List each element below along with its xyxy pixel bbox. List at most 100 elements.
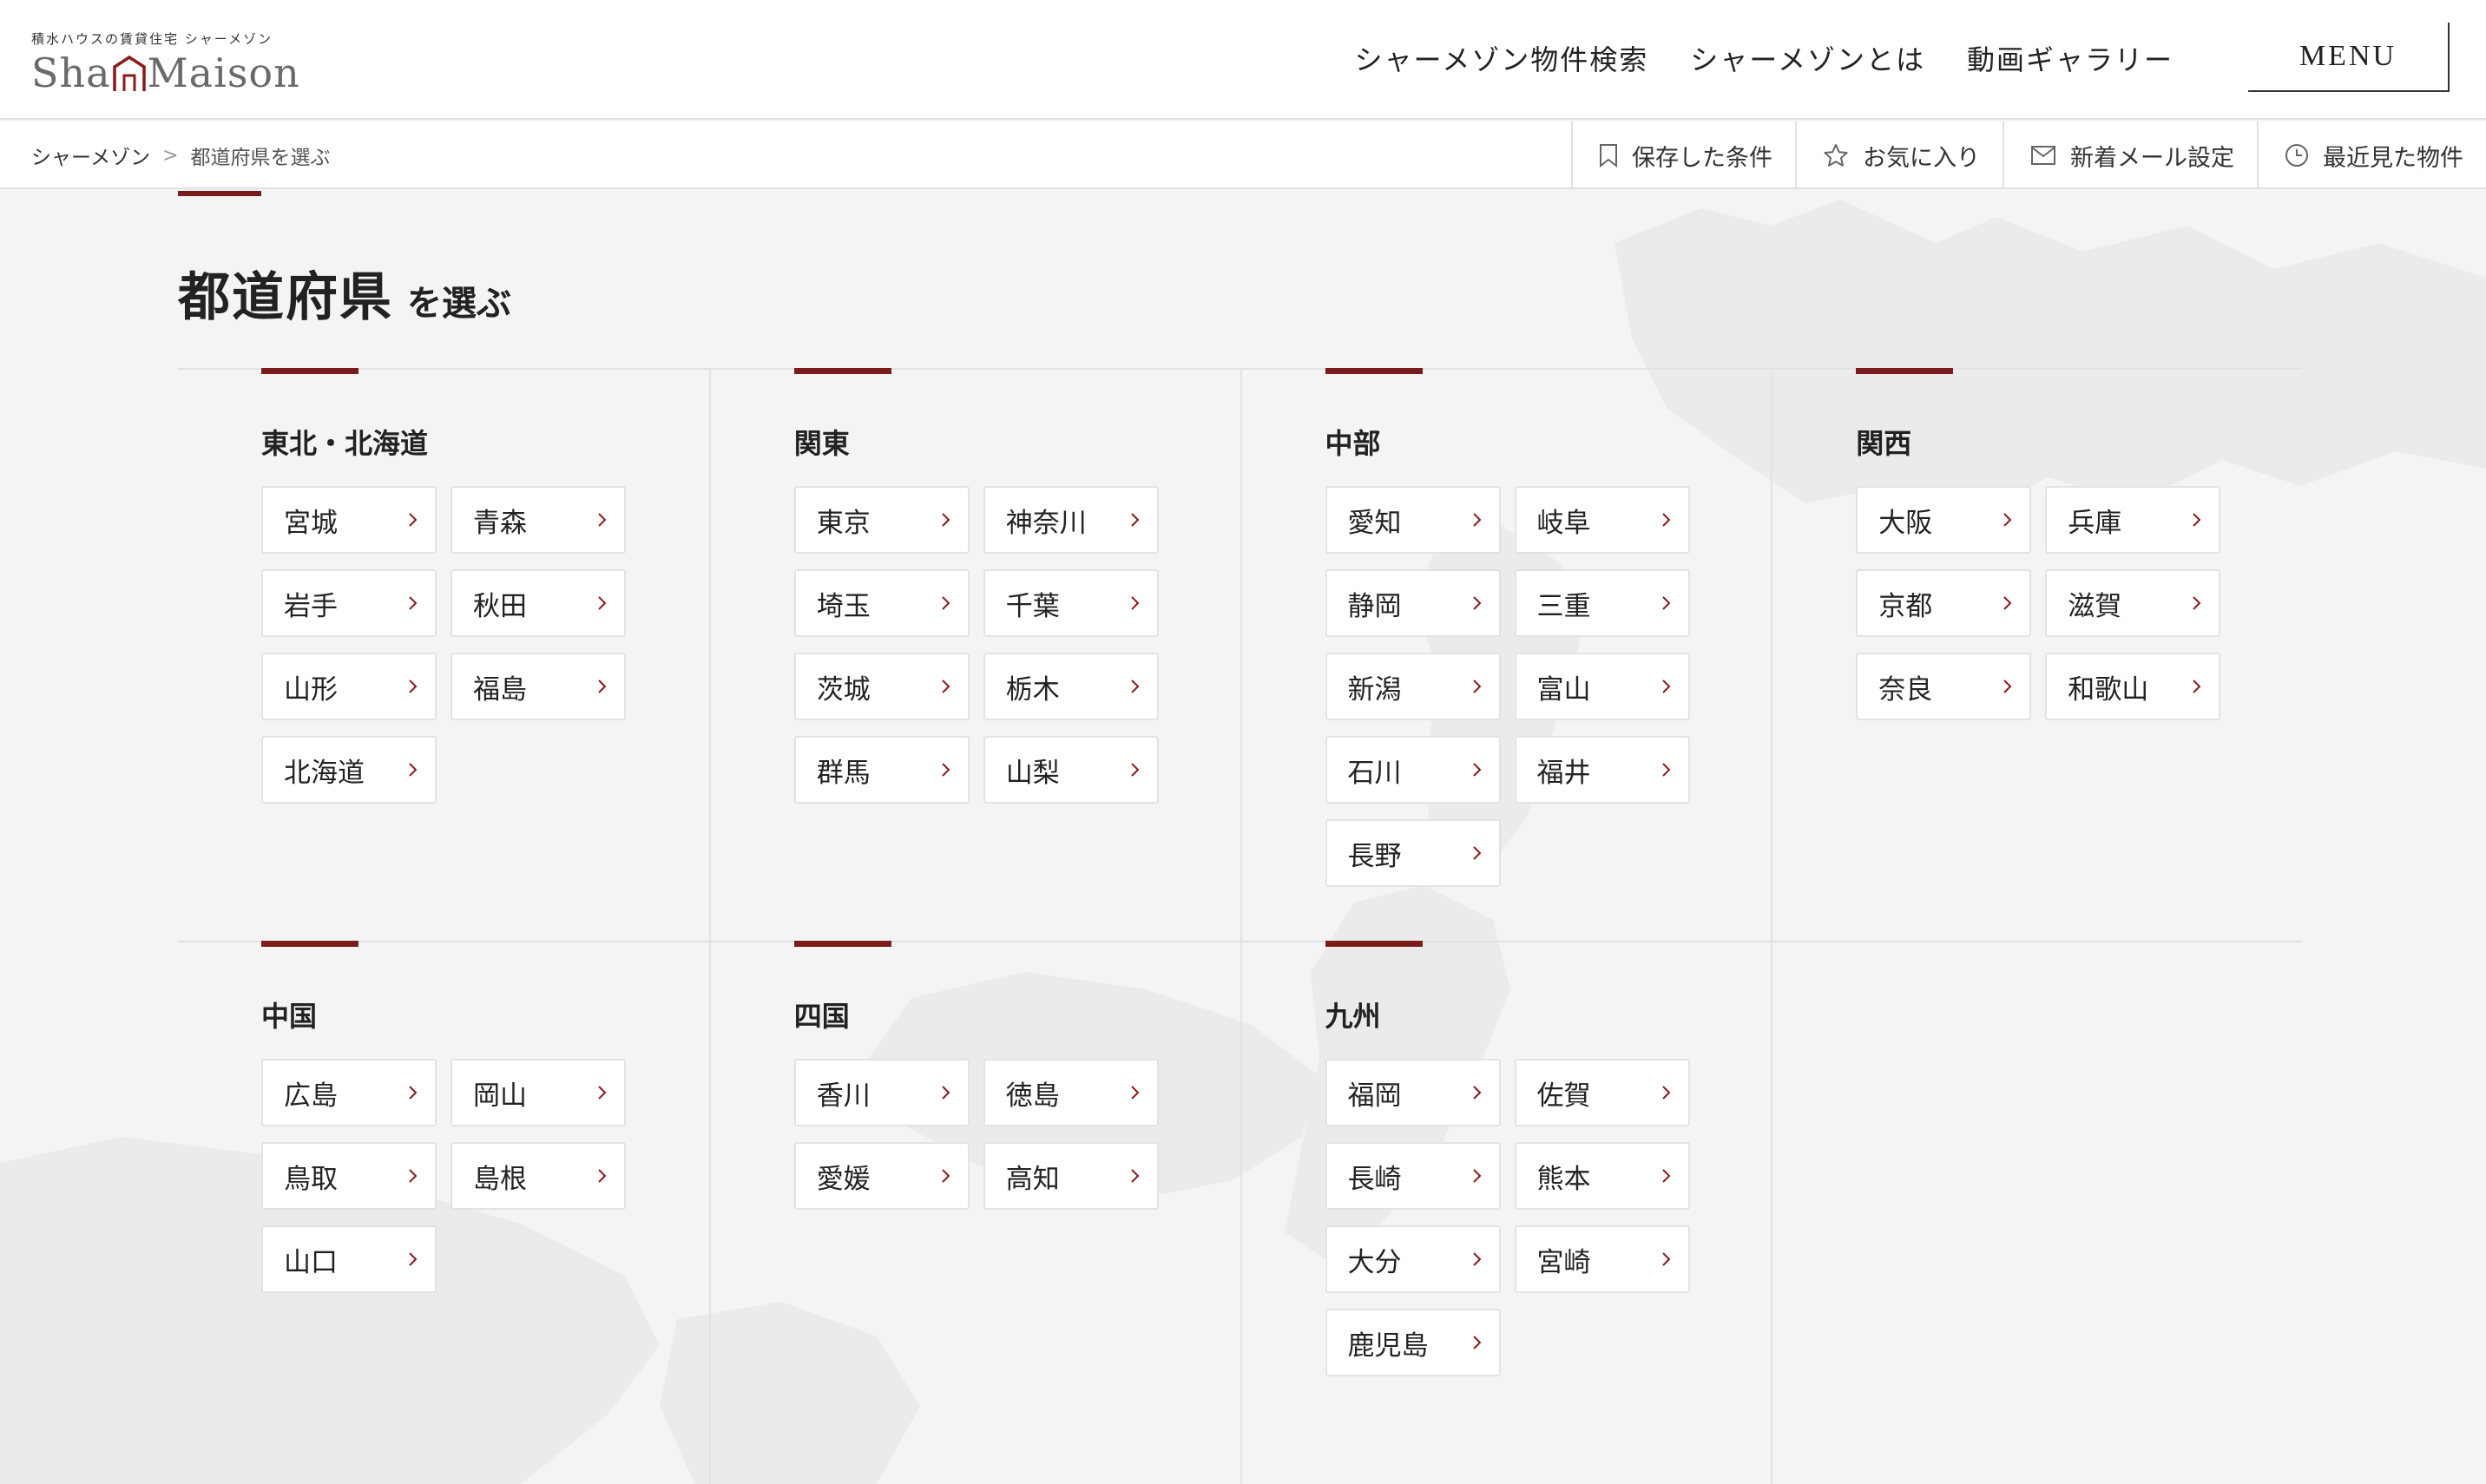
saved-conditions-label: 保存した条件 bbox=[1632, 144, 1772, 172]
region-grid: 東北・北海道 宮城 青森 岩手 秋田 山形 福島 北海道 関東 東京 神奈川 埼… bbox=[178, 368, 2302, 1484]
chevron-right-icon bbox=[1661, 596, 1670, 610]
prefecture-button-fukushima[interactable]: 福島 bbox=[451, 653, 626, 720]
prefecture-button-kochi[interactable]: 高知 bbox=[983, 1142, 1159, 1210]
prefecture-button-hiroshima[interactable]: 広島 bbox=[261, 1059, 437, 1126]
chevron-right-icon bbox=[409, 1169, 418, 1183]
prefecture-button-aomori[interactable]: 青森 bbox=[451, 486, 626, 554]
prefecture-label: 佐賀 bbox=[1536, 1080, 1591, 1112]
prefecture-label: 大分 bbox=[1347, 1246, 1402, 1278]
prefecture-button-kanagawa[interactable]: 神奈川 bbox=[983, 486, 1159, 554]
prefecture-button-osaka[interactable]: 大阪 bbox=[1856, 486, 2032, 554]
region-title: 中国 bbox=[261, 1000, 318, 1033]
chevron-right-icon bbox=[1131, 1169, 1140, 1183]
prefecture-button-fukui[interactable]: 福井 bbox=[1514, 736, 1690, 804]
prefecture-button-tokushima[interactable]: 徳島 bbox=[983, 1059, 1159, 1126]
prefecture-button-akita[interactable]: 秋田 bbox=[451, 569, 626, 637]
prefecture-button-nagasaki[interactable]: 長崎 bbox=[1325, 1142, 1501, 1210]
prefecture-button-tottori[interactable]: 鳥取 bbox=[261, 1142, 437, 1210]
prefecture-label: 東京 bbox=[816, 507, 871, 539]
new-mail-settings-link[interactable]: 新着メール設定 bbox=[2003, 121, 2257, 189]
prefecture-button-wakayama[interactable]: 和歌山 bbox=[2045, 653, 2221, 720]
region-accent bbox=[261, 941, 358, 947]
prefecture-button-nara[interactable]: 奈良 bbox=[1856, 653, 2032, 720]
chevron-right-icon bbox=[1661, 1086, 1670, 1100]
logo-tagline: 積水ハウスの賃貸住宅 シャーメゾン bbox=[31, 31, 273, 47]
recently-viewed-link[interactable]: 最近見た物件 bbox=[2257, 121, 2486, 189]
prefecture-button-toyama[interactable]: 富山 bbox=[1514, 653, 1690, 720]
prefecture-label: 岐阜 bbox=[1536, 507, 1591, 539]
prefecture-label: 青森 bbox=[473, 507, 527, 539]
bookmark-icon bbox=[1600, 144, 1617, 167]
nav-about[interactable]: シャーメゾンとは bbox=[1690, 38, 1925, 78]
star-icon bbox=[1824, 144, 1848, 167]
site-logo[interactable]: 積水ハウスの賃貸住宅 シャーメゾン Sha Maison bbox=[31, 30, 300, 93]
prefecture-label: 山形 bbox=[284, 673, 338, 706]
prefecture-button-iwate[interactable]: 岩手 bbox=[261, 569, 437, 637]
prefecture-button-shizuoka[interactable]: 静岡 bbox=[1325, 569, 1501, 637]
prefecture-button-gunma[interactable]: 群馬 bbox=[793, 736, 970, 804]
mail-icon bbox=[2031, 146, 2055, 165]
prefecture-button-yamagata[interactable]: 山形 bbox=[261, 653, 437, 720]
chevron-right-icon bbox=[1472, 1252, 1481, 1266]
prefecture-button-gifu[interactable]: 岐阜 bbox=[1514, 486, 1690, 554]
prefecture-label: 徳島 bbox=[1005, 1080, 1060, 1112]
prefecture-label: 宮崎 bbox=[1536, 1246, 1591, 1278]
prefecture-button-hyogo[interactable]: 兵庫 bbox=[2045, 486, 2221, 554]
prefecture-label: 滋賀 bbox=[2068, 590, 2122, 622]
prefecture-button-okayama[interactable]: 岡山 bbox=[451, 1059, 626, 1126]
breadcrumb-home[interactable]: シャーメゾン bbox=[31, 141, 150, 170]
prefecture-label: 栃木 bbox=[1005, 673, 1060, 706]
prefecture-button-saitama[interactable]: 埼玉 bbox=[793, 569, 970, 637]
prefecture-label: 石川 bbox=[1347, 757, 1402, 789]
prefecture-label: 鳥取 bbox=[284, 1163, 338, 1195]
prefecture-button-tochigi[interactable]: 栃木 bbox=[983, 653, 1159, 720]
chevron-right-icon bbox=[2003, 680, 2012, 693]
prefecture-label: 愛知 bbox=[1347, 507, 1402, 539]
saved-conditions-link[interactable]: 保存した条件 bbox=[1571, 121, 1795, 189]
prefecture-button-nagano[interactable]: 長野 bbox=[1325, 819, 1501, 887]
prefecture-label: 茨城 bbox=[816, 673, 871, 706]
prefecture-button-miyagi[interactable]: 宮城 bbox=[261, 486, 437, 554]
chevron-right-icon bbox=[409, 763, 418, 777]
prefecture-label: 群馬 bbox=[816, 757, 871, 789]
prefecture-button-ibaraki[interactable]: 茨城 bbox=[793, 653, 970, 720]
chevron-right-icon bbox=[598, 1086, 607, 1100]
prefecture-button-kumamoto[interactable]: 熊本 bbox=[1514, 1142, 1690, 1210]
prefecture-button-tokyo[interactable]: 東京 bbox=[793, 486, 970, 554]
nav-property-search[interactable]: シャーメゾン物件検索 bbox=[1355, 38, 1649, 78]
prefecture-label: 岩手 bbox=[284, 590, 338, 622]
chevron-right-icon bbox=[1472, 596, 1481, 610]
prefecture-button-aichi[interactable]: 愛知 bbox=[1325, 486, 1501, 554]
prefecture-button-kagoshima[interactable]: 鹿児島 bbox=[1325, 1309, 1501, 1376]
prefecture-button-kagawa[interactable]: 香川 bbox=[793, 1059, 970, 1126]
page-title-suffix: を選ぶ bbox=[407, 283, 511, 324]
menu-button[interactable]: MENU bbox=[2248, 23, 2450, 92]
prefecture-button-niigata[interactable]: 新潟 bbox=[1325, 653, 1501, 720]
user-tools: 保存した条件 お気に入り 新着メール設定 最近見た物件 bbox=[1571, 121, 2486, 189]
chevron-right-icon bbox=[409, 680, 418, 693]
prefecture-button-shimane[interactable]: 島根 bbox=[451, 1142, 626, 1210]
prefecture-label: 長崎 bbox=[1347, 1163, 1402, 1195]
prefecture-label: 福井 bbox=[1536, 757, 1591, 789]
prefecture-button-shiga[interactable]: 滋賀 bbox=[2045, 569, 2221, 637]
prefecture-button-yamanashi[interactable]: 山梨 bbox=[983, 736, 1159, 804]
chevron-right-icon bbox=[1661, 680, 1670, 693]
prefecture-button-mie[interactable]: 三重 bbox=[1514, 569, 1690, 637]
recently-viewed-label: 最近見た物件 bbox=[2323, 144, 2463, 172]
prefecture-button-hokkaido[interactable]: 北海道 bbox=[261, 736, 437, 804]
prefecture-button-fukuoka[interactable]: 福岡 bbox=[1325, 1059, 1501, 1126]
prefecture-button-kyoto[interactable]: 京都 bbox=[1856, 569, 2032, 637]
nav-video-gallery[interactable]: 動画ギャラリー bbox=[1967, 38, 2174, 78]
prefecture-button-ehime[interactable]: 愛媛 bbox=[793, 1142, 970, 1210]
prefecture-label: 奈良 bbox=[1878, 673, 1933, 706]
logo-text-left: Sha bbox=[31, 49, 111, 96]
prefecture-button-chiba[interactable]: 千葉 bbox=[983, 569, 1159, 637]
chevron-right-icon bbox=[1472, 763, 1481, 777]
prefecture-button-yamaguchi[interactable]: 山口 bbox=[261, 1225, 437, 1293]
favorites-link[interactable]: お気に入り bbox=[1795, 121, 2003, 189]
prefecture-button-ishikawa[interactable]: 石川 bbox=[1325, 736, 1501, 804]
page-title-main: 都道府県 bbox=[178, 267, 393, 328]
prefecture-button-oita[interactable]: 大分 bbox=[1325, 1225, 1501, 1293]
prefecture-button-miyazaki[interactable]: 宮崎 bbox=[1514, 1225, 1690, 1293]
prefecture-button-saga[interactable]: 佐賀 bbox=[1514, 1059, 1690, 1126]
